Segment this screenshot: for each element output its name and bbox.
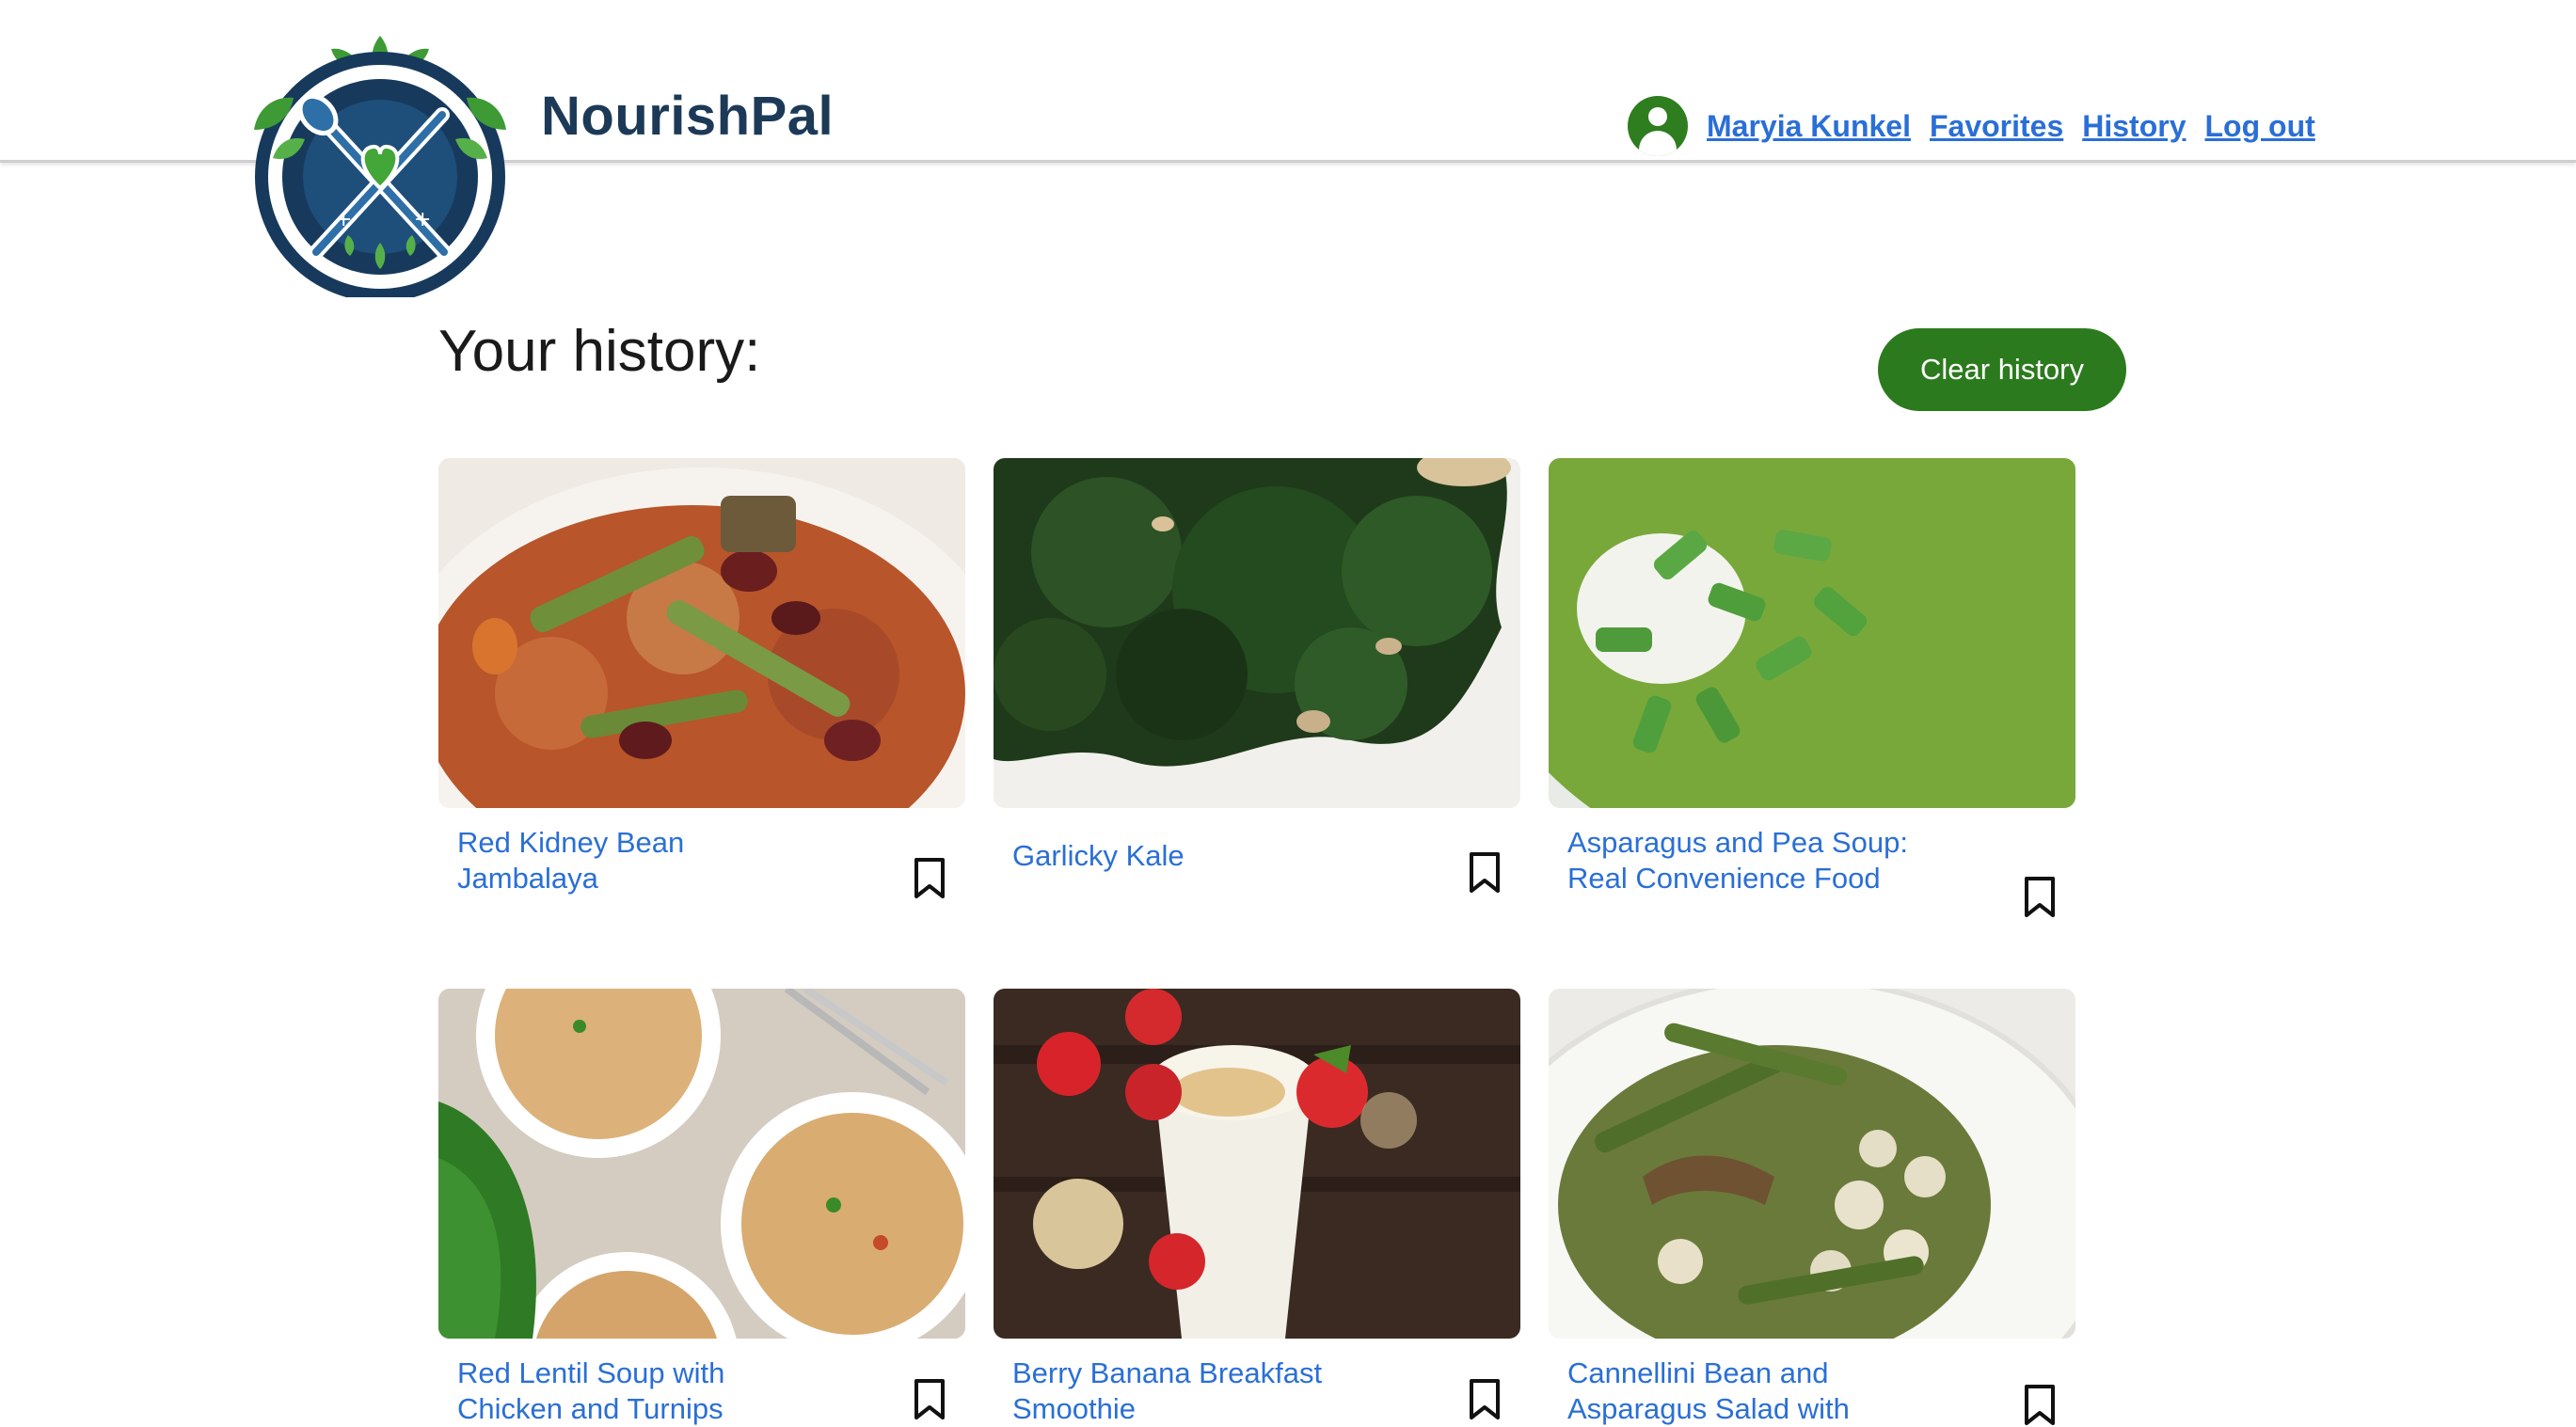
recipe-card[interactable]: Berry Banana Breakfast Smoothie <box>994 989 1520 1425</box>
recipe-image[interactable] <box>1549 458 2075 808</box>
recipe-card[interactable]: Asparagus and Pea Soup: Real Convenience… <box>1549 458 2075 917</box>
bookmark-outline-icon[interactable] <box>1468 1378 1502 1421</box>
recipe-image[interactable] <box>994 989 1520 1339</box>
clear-history-button[interactable]: Clear history <box>1878 328 2126 411</box>
logout-link[interactable]: Log out <box>2205 109 2315 144</box>
svg-text:+: + <box>414 208 431 231</box>
bookmark-outline-icon[interactable] <box>2023 876 2057 919</box>
recipe-title-link[interactable]: Asparagus and Pea Soup: Real Convenience… <box>1567 825 1925 896</box>
recipe-card[interactable]: Garlicky Kale <box>994 458 1520 893</box>
bookmark-outline-icon[interactable] <box>913 1378 946 1421</box>
brand-name[interactable]: NourishPal <box>541 85 834 148</box>
favorites-link[interactable]: Favorites <box>1930 109 2063 144</box>
recipe-title-link[interactable]: Red Kidney Bean Jambalaya <box>457 825 815 896</box>
recipe-image[interactable] <box>438 989 965 1339</box>
recipe-title-link[interactable]: Berry Banana Breakfast Smoothie <box>1012 1356 1370 1427</box>
recipe-image[interactable] <box>438 458 965 808</box>
bookmark-outline-icon[interactable] <box>2023 1384 2057 1427</box>
bookmark-outline-icon[interactable] <box>913 857 946 900</box>
history-link[interactable]: History <box>2082 109 2186 144</box>
recipe-image[interactable] <box>1549 989 2075 1339</box>
recipe-title-link[interactable]: Cannellini Bean and Asparagus Salad with <box>1567 1356 1925 1427</box>
user-name-link[interactable]: Maryia Kunkel <box>1707 109 1911 144</box>
recipe-card[interactable]: Cannellini Bean and Asparagus Salad with <box>1549 989 2075 1425</box>
page-title: Your history: <box>438 319 761 384</box>
recipe-title-link[interactable]: Red Lentil Soup with Chicken and Turnips <box>457 1356 815 1427</box>
recipe-card[interactable]: Red Kidney Bean Jambalaya <box>438 458 965 898</box>
user-circle-icon[interactable] <box>1628 96 1688 156</box>
user-nav: Maryia Kunkel Favorites History Log out <box>1628 94 2315 158</box>
recipe-image[interactable] <box>994 458 1520 808</box>
nourishpal-logo[interactable]: + + <box>245 17 516 302</box>
bookmark-outline-icon[interactable] <box>1468 851 1502 895</box>
recipe-title-link[interactable]: Garlicky Kale <box>1012 838 1370 874</box>
recipe-card[interactable]: Red Lentil Soup with Chicken and Turnips <box>438 989 965 1425</box>
svg-text:+: + <box>335 208 352 231</box>
